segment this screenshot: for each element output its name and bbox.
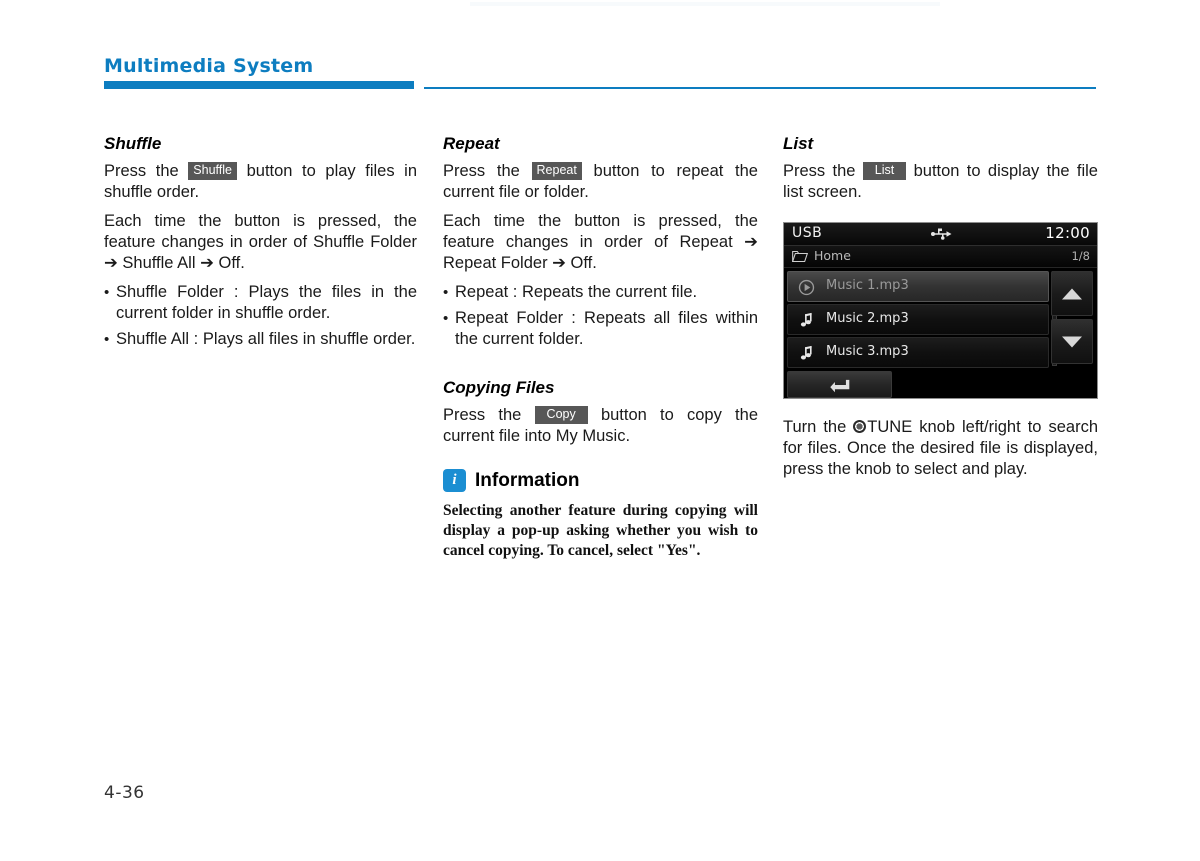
music-note-icon [800,345,812,360]
manual-page: Multimedia System Shuffle Press the Shuf… [0,0,1200,861]
shuffle-intro-before: Press the [104,162,179,180]
column-shuffle: Shuffle Press the Shuffle button to play… [104,134,417,355]
repeat-intro-before: Press the [443,162,520,180]
repeat-bullet-list: Repeat : Repeats the current file. Repea… [443,282,758,350]
repeat-order-paragraph: Each time the button is pressed, the fea… [443,212,758,272]
column-repeat: Repeat Press the Repeat button to repeat… [443,134,758,561]
page-title: Multimedia System [104,55,314,77]
scroll-down-arrow-icon [1062,336,1082,347]
information-body: Selecting another feature during copying… [443,502,758,559]
list-intro-paragraph: Press the List button to display the fil… [783,161,1098,203]
section-heading-repeat: Repeat [443,134,500,153]
list-item: Repeat : Repeats the current file. [443,282,758,303]
breadcrumb-page-count: 1/8 [1071,249,1090,263]
shuffle-bullet-list: Shuffle Folder : Plays the files in the … [104,282,417,350]
scroll-controls [1051,271,1093,367]
file-name: Music 3.mp3 [826,344,909,359]
header-rule-thick [104,81,414,89]
device-clock: 12:00 [1045,224,1090,242]
information-header: i Information [443,469,758,492]
running-header: Multimedia System [104,55,1096,90]
device-caption: Turn the TUNE knob left/right to search … [783,417,1098,480]
header-rule-thin [424,87,1096,89]
device-status-bar: USB 12:00 [784,223,1097,246]
back-arrow-icon [829,379,849,392]
breadcrumb-label: Home [814,248,851,263]
header-rule [104,81,1096,90]
scan-artifact [470,2,940,6]
information-icon: i [443,469,466,492]
tune-knob-icon [853,420,867,433]
scroll-up-button[interactable] [1051,271,1093,316]
table-row[interactable]: Music 3.mp3 [787,337,1049,368]
repeat-intro-paragraph: Press the Repeat button to repeat the cu… [443,161,758,203]
table-row[interactable]: Music 2.mp3 [787,304,1049,335]
folder-icon [792,250,808,263]
column-list: List Press the List button to display th… [783,134,1098,203]
device-source-label: USB [792,225,823,241]
shuffle-order-paragraph: Each time the button is pressed, the fea… [104,212,417,272]
information-title: Information [475,469,580,491]
device-breadcrumb[interactable]: Home 1/8 [784,246,1097,268]
section-heading-copying-files: Copying Files [443,378,555,397]
list-item: Repeat Folder : Repeats all files within… [443,308,758,350]
repeat-key-chip[interactable]: Repeat [531,162,582,180]
caption-knob-label: TUNE [867,418,913,436]
device-list-body: Music 1.mp3 Music 2.mp3 Music 3.mp3 [784,268,1097,398]
usb-icon [930,228,951,240]
copying-intro-before: Press the [443,406,522,424]
play-circle-icon [798,279,815,296]
list-key-chip[interactable]: List [862,162,907,180]
page-number: 4-36 [104,783,145,803]
shuffle-intro-paragraph: Press the Shuffle button to play files i… [104,161,417,203]
file-name: Music 2.mp3 [826,311,909,326]
file-list: Music 1.mp3 Music 2.mp3 Music 3.mp3 [787,271,1049,370]
list-intro-before: Press the [783,162,856,180]
scroll-up-arrow-icon [1062,288,1082,299]
file-name: Music 1.mp3 [826,278,909,293]
music-note-icon [800,312,812,327]
copy-key-chip[interactable]: Copy [534,406,588,424]
section-heading-list: List [783,134,814,153]
list-item: Shuffle Folder : Plays the files in the … [104,282,417,324]
table-row[interactable]: Music 1.mp3 [787,271,1049,302]
scroll-down-button[interactable] [1051,319,1093,364]
copying-intro-paragraph: Press the Copy button to copy the curren… [443,405,758,447]
list-item: Shuffle All : Plays all files in shuffle… [104,329,417,350]
shuffle-key-chip[interactable]: Shuffle [188,162,237,180]
back-button[interactable] [787,371,892,398]
caption-before: Turn the [783,418,847,436]
tune-knob-paragraph: Turn the TUNE knob left/right to search … [783,417,1098,480]
section-heading-shuffle: Shuffle [104,134,162,153]
device-screenshot-figure: USB 12:00 Home 1/8 Music 1.mp3 Music 2.m… [783,222,1098,399]
